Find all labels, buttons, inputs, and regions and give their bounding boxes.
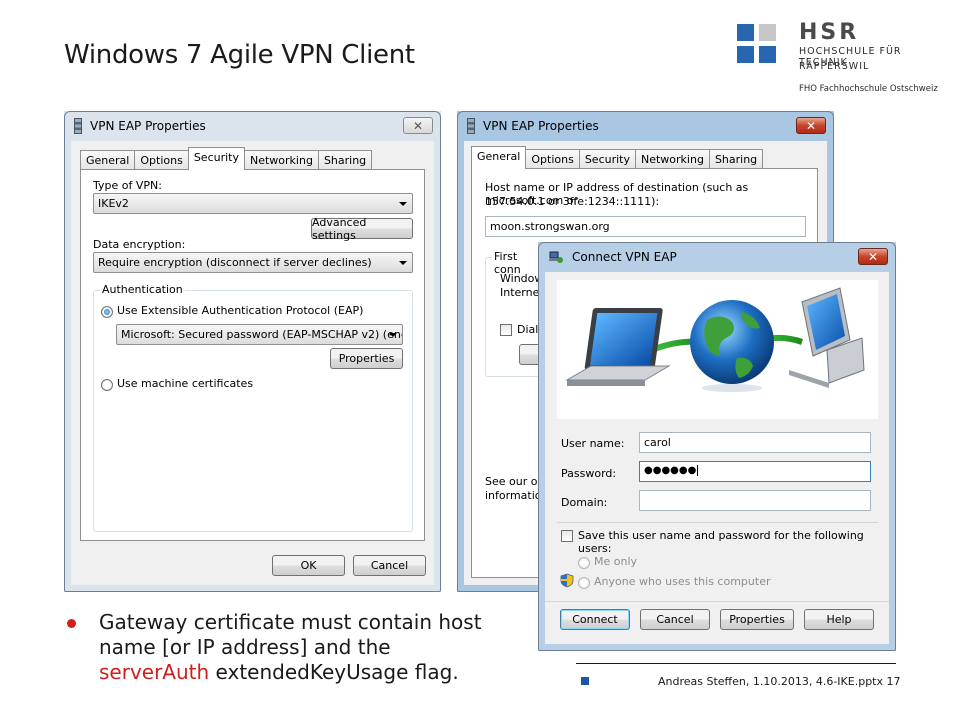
hsr-logo: HSR HOCHSCHULE FÜR TECHNIK RAPPERSWIL FH… [737,20,952,104]
tab-strip: General Options Security Networking Shar… [80,147,373,170]
eap-method-value: Microsoft: Secured password (EAP-MSCHAP … [121,328,403,341]
titlebar: VPN EAP Properties [457,111,834,141]
window-title: Connect VPN EAP [572,250,677,264]
first-connection-group: First conn Window Internet Dial [485,250,549,377]
domain-label: Domain: [561,496,608,509]
logo-square [759,46,776,63]
eap-radio[interactable] [101,306,113,318]
password-input[interactable]: ●●●●●●​ [639,461,871,482]
close-button[interactable]: ✕ [858,248,888,265]
connect-button[interactable]: Connect [560,609,630,630]
password-label: Password: [561,467,617,480]
close-button[interactable]: ✕ [796,117,826,134]
titlebar: VPN EAP Properties [64,111,441,141]
connect-vpn-window: Connect VPN EAP ✕ User name: carol Passw… [538,242,896,651]
connection-banner [557,280,878,419]
tab-options[interactable]: Options [134,150,189,170]
tab-security[interactable]: Security [578,149,636,169]
footer-divider [576,663,896,664]
tab-general[interactable]: General [80,150,136,170]
text-cursor: ​ [697,465,699,476]
bullet-text-part-2: extendedKeyUsage flag. [209,660,459,684]
vpn-type-select[interactable]: IKEv2 [93,193,413,214]
slide-title: Windows 7 Agile VPN Client [64,40,415,70]
chevron-down-icon [389,333,397,337]
cancel-button[interactable]: Cancel [640,609,710,630]
help-button[interactable]: Help [804,609,874,630]
authentication-group: Authentication Use Extensible Authentica… [93,283,413,532]
properties-button[interactable]: Properties [720,609,794,630]
titlebar: Connect VPN EAP [538,242,896,272]
tab-general[interactable]: General [471,146,527,169]
ok-button[interactable]: OK [272,555,345,576]
advanced-settings-button[interactable]: Advanced settings [311,216,413,242]
save-credentials-checkbox[interactable] [561,530,573,542]
logo-line-2: RAPPERSWIL [799,61,870,72]
anyone-radio[interactable] [578,577,590,589]
footer-square [581,677,589,685]
me-only-radio[interactable] [578,557,590,569]
machine-certificates-radio[interactable] [101,379,113,391]
eap-properties-button[interactable]: Properties [330,348,403,369]
tab-security[interactable]: Security [187,147,245,170]
network-icon [467,118,475,134]
footer-text: Andreas Steffen, 1.10.2013, 4.6-IKE.pptx… [658,675,901,688]
network-connection-icon [549,251,563,263]
close-button[interactable]: ✕ [403,117,433,134]
dial-checkbox[interactable] [500,324,512,336]
me-only-label: Me only [594,555,638,568]
tab-panel: Type of VPN: IKEv2 Advanced settings Dat… [80,169,425,541]
tab-networking[interactable]: Networking [243,150,319,170]
bullet-dot [67,619,76,628]
type-of-vpn-label: Type of VPN: [93,179,162,192]
host-label-line-2: 157.54.0.1 or 3ffe:1234::1111): [485,195,660,208]
domain-input[interactable] [639,490,871,511]
vpn-type-value: IKEv2 [98,197,129,210]
window-title: VPN EAP Properties [90,119,206,133]
windows-text-1: Window [500,272,544,285]
eap-radio-label: Use Extensible Authentication Protocol (… [117,304,364,317]
tab-networking[interactable]: Networking [634,149,710,169]
bullet-text-part-1: Gateway certificate must contain host na… [99,610,482,659]
window-title: VPN EAP Properties [483,119,599,133]
host-name-input[interactable]: moon.strongswan.org [485,216,806,237]
data-encryption-label: Data encryption: [93,238,186,251]
password-value: ●●●●●● [644,465,697,476]
cancel-button[interactable]: Cancel [353,555,426,576]
save-credentials-label: Save this user name and password for the… [578,529,864,555]
dial-label: Dial [517,323,539,336]
logo-name: HSR [799,20,860,45]
network-icon [74,118,82,134]
username-label: User name: [561,437,625,450]
logo-square [737,24,754,41]
laptop-globe-computer-illustration [565,287,865,392]
username-input[interactable]: carol [639,432,871,453]
tab-sharing[interactable]: Sharing [317,150,373,170]
chevron-down-icon [399,261,407,265]
anyone-label: Anyone who uses this computer [594,575,771,588]
bullet-text: Gateway certificate must contain host na… [99,610,499,685]
logo-line-3: FHO Fachhochschule Ostschweiz [799,84,938,94]
logo-square [737,46,754,63]
machine-certificates-label: Use machine certificates [117,377,254,390]
vpn-properties-window-security: VPN EAP Properties ✕ General Options Sec… [64,111,441,592]
bullet-highlight: serverAuth [99,660,210,684]
see-our-text-1: See our on [485,475,545,488]
chevron-down-icon [399,202,407,206]
tab-sharing[interactable]: Sharing [708,149,764,169]
uac-shield-icon [560,573,574,588]
tab-strip: General Options Security Networking Shar… [471,146,764,169]
authentication-group-title: Authentication [100,283,185,296]
eap-method-select[interactable]: Microsoft: Secured password (EAP-MSCHAP … [116,324,403,345]
data-encryption-value: Require encryption (disconnect if server… [98,256,372,269]
logo-square [759,24,776,41]
data-encryption-select[interactable]: Require encryption (disconnect if server… [93,252,413,273]
tab-options[interactable]: Options [525,149,580,169]
